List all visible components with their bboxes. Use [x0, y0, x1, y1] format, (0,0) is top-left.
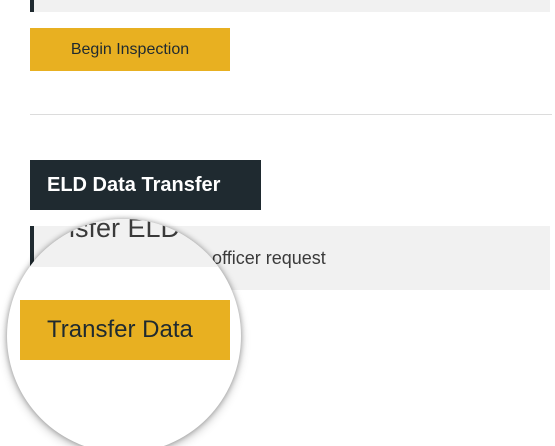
- magnified-info-text: isfer ELD: [69, 219, 181, 243]
- section-divider: [30, 114, 552, 115]
- inspection-page: Begin Inspection ELD Data Transfer a upo…: [0, 0, 555, 446]
- top-info-box: [30, 0, 550, 12]
- magnifier-callout: isfer ELD Transfer Data: [7, 219, 241, 446]
- transfer-data-button[interactable]: Transfer Data: [20, 300, 230, 360]
- eld-data-transfer-title: ELD Data Transfer: [30, 160, 261, 210]
- magnified-info-box: isfer ELD: [7, 219, 241, 267]
- begin-inspection-button[interactable]: Begin Inspection: [30, 28, 230, 71]
